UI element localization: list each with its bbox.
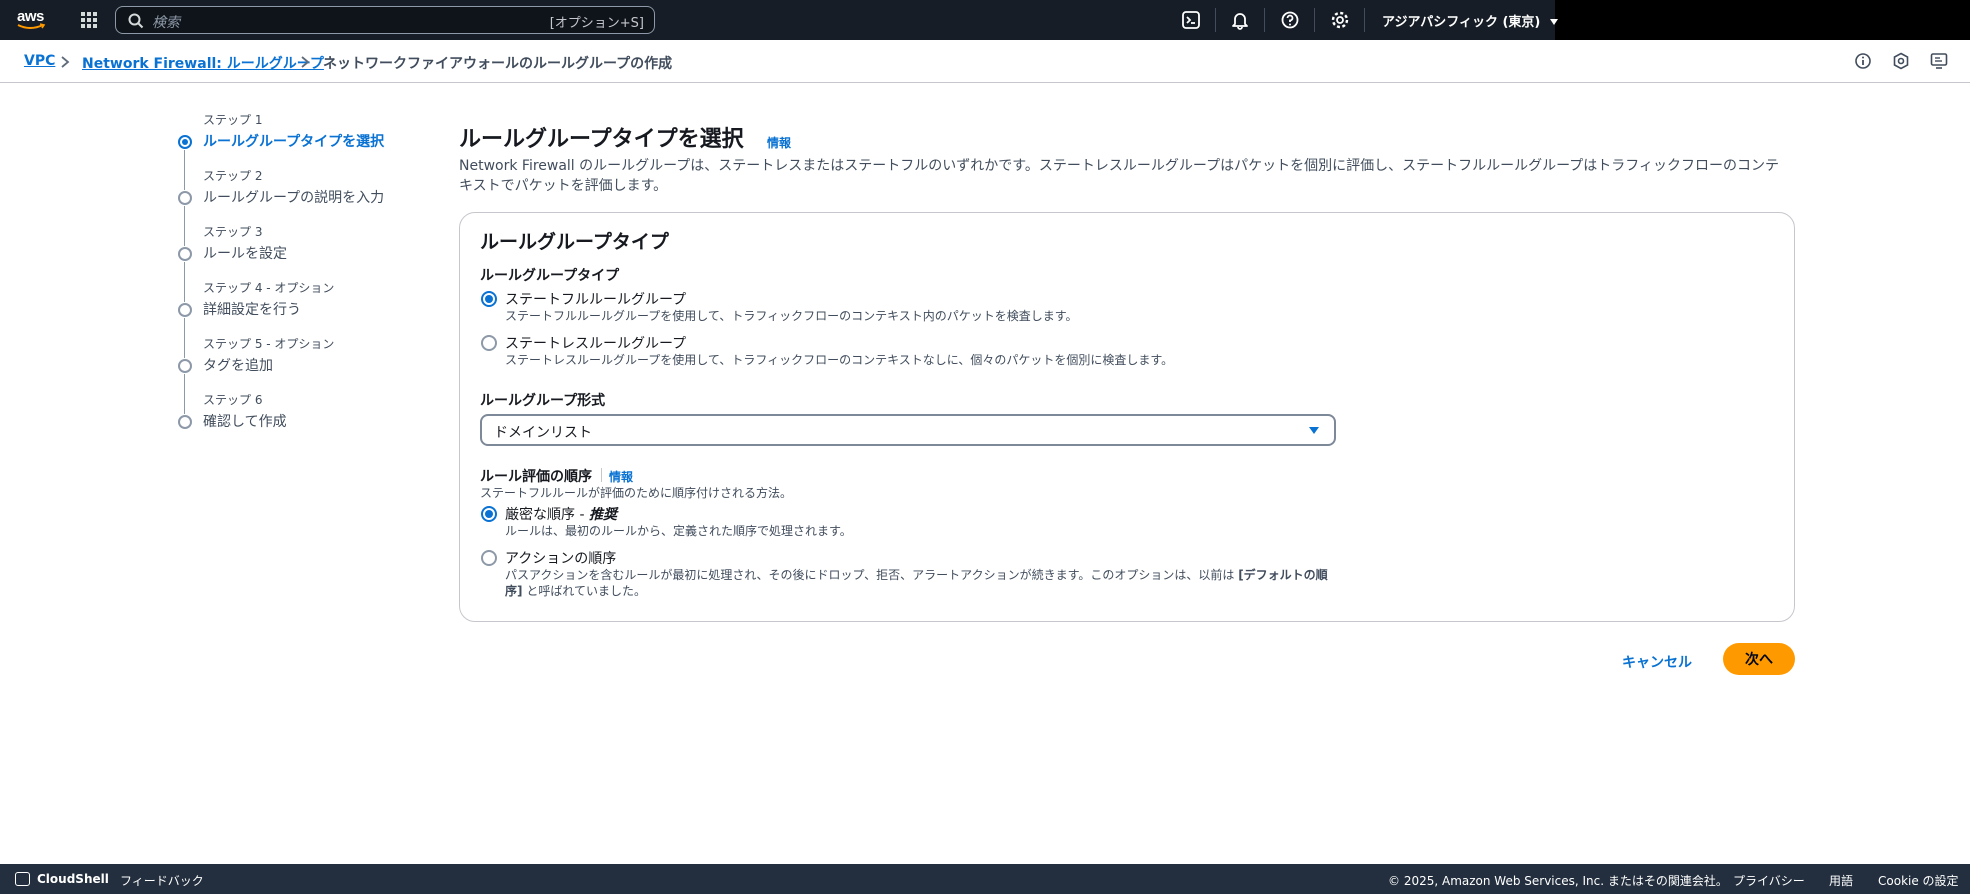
step-number: ステップ 2 [203, 169, 263, 183]
step-connector [184, 318, 185, 358]
action-order-desc-line2: 序] と呼ばれていました。 [505, 583, 646, 599]
nav-extension [1555, 0, 1970, 40]
region-label: アジアパシフィック (東京) [1382, 15, 1541, 30]
terms-link[interactable]: 用語 [1829, 872, 1853, 889]
strict-order-radio-label[interactable]: 厳密な順序 - 推奨 [505, 504, 617, 524]
stateful-radio-desc: ステートフルルールグループを使用して、トラフィックフローのコンテキスト内のパケッ… [505, 309, 1078, 323]
step-title: 確認して作成 [203, 414, 287, 430]
recommended-text: 推奨 [588, 507, 617, 523]
action-order-desc-end: と呼ばれていました。 [522, 584, 646, 598]
cloudshell-icon[interactable] [1181, 10, 1201, 30]
step-number: ステップ 6 [203, 393, 263, 407]
rule-group-format-label: ルールグループ形式 [480, 393, 606, 409]
breadcrumb-rule-groups[interactable]: Network Firewall: ルールグループ [82, 53, 324, 73]
breadcrumb-current: ネットワークファイアウォールのルールグループの作成 [323, 56, 673, 72]
chevron-right-icon [61, 56, 70, 68]
step-indicator [178, 191, 192, 205]
label-divider [601, 468, 602, 482]
nav-divider [1314, 8, 1315, 32]
step-title: タグを追加 [203, 358, 273, 374]
rule-order-label: ルール評価の順序 [480, 469, 592, 485]
select-value: ドメインリスト [494, 425, 592, 441]
step-connector [184, 150, 185, 190]
rule-group-type-panel: ルールグループタイプ ルールグループタイプ ステートフルルールグループ ステート… [459, 212, 1795, 622]
search-shortcut: [オプション+S] [549, 16, 644, 31]
step-number: ステップ 3 [203, 225, 263, 239]
cloudshell-link[interactable]: CloudShell [37, 872, 109, 886]
search-icon [128, 13, 144, 29]
settings-panel-icon[interactable] [1892, 52, 1910, 70]
rule-group-type-label: ルールグループタイプ [480, 268, 620, 284]
search-input[interactable]: 検索 [オプション+S] [115, 6, 655, 34]
cookie-settings-link[interactable]: Cookie の設定 [1878, 872, 1959, 889]
step-connector [184, 206, 185, 246]
step-connector [184, 262, 185, 302]
nav-divider [1364, 8, 1365, 32]
strict-order-radio[interactable] [481, 506, 497, 522]
page-description: Network Firewall のルールグループは、ステートレスまたはステート… [459, 158, 1779, 194]
step-title: ルールを設定 [203, 246, 287, 262]
step-title: 詳細設定を行う [203, 302, 301, 318]
info-link[interactable]: 情報 [767, 134, 791, 151]
search-placeholder: 検索 [152, 15, 180, 31]
stateless-radio-desc: ステートレスルールグループを使用して、トラフィックフローのコンテキストなしに、個… [505, 353, 1174, 367]
nav-divider [1215, 8, 1216, 32]
privacy-link[interactable]: プライバシー [1733, 872, 1805, 889]
cancel-button[interactable]: キャンセル [1612, 646, 1702, 678]
caret-down-icon [1309, 427, 1319, 434]
stateful-radio-label[interactable]: ステートフルルールグループ [505, 289, 686, 309]
top-navigation: aws 検索 [オプション+S] アジアパシフィック (東京) [0, 0, 1970, 40]
step-number: ステップ 4 - オプション [203, 281, 335, 295]
action-order-radio-label[interactable]: アクションの順序 [505, 548, 616, 568]
aws-logo[interactable]: aws [16, 6, 50, 34]
caret-down-icon [1549, 19, 1558, 25]
action-order-desc: パスアクションを含むルールが最初に処理され、その後にドロップ、拒否、アラートアク… [505, 567, 1328, 583]
step-number: ステップ 5 - オプション [203, 337, 335, 351]
strict-order-label-text: 厳密な順序 - [505, 507, 589, 523]
stateless-radio-label[interactable]: ステートレスルールグループ [505, 333, 686, 353]
page-title: ルールグループタイプを選択 [459, 127, 744, 152]
help-icon[interactable] [1280, 10, 1300, 30]
panel-heading: ルールグループタイプ [480, 231, 669, 253]
step-title: ルールグループの説明を入力 [203, 190, 385, 206]
rule-group-format-select[interactable]: ドメインリスト [480, 414, 1336, 446]
copyright-text: © 2025, Amazon Web Services, Inc. またはその関… [1388, 874, 1728, 888]
step-indicator [178, 359, 192, 373]
bell-icon[interactable] [1230, 10, 1250, 30]
info-panel-icon[interactable] [1854, 52, 1872, 70]
action-order-desc-text: パスアクションを含むルールが最初に処理され、その後にドロップ、拒否、アラートアク… [505, 568, 1239, 582]
chevron-right-icon [301, 56, 310, 68]
breadcrumb: VPC Network Firewall: ルールグループ ネットワークファイア… [0, 40, 1970, 83]
region-selector[interactable]: アジアパシフィック (東京) [1382, 11, 1559, 30]
cloudshell-icon[interactable] [15, 872, 30, 886]
step-indicator-active [178, 135, 192, 149]
stateless-radio[interactable] [481, 335, 497, 351]
step-indicator [178, 247, 192, 261]
step-number: ステップ 1 [203, 113, 263, 127]
order-info-link[interactable]: 情報 [609, 468, 633, 485]
step-indicator [178, 303, 192, 317]
step-indicator [178, 415, 192, 429]
default-order-text-end: 序] [505, 584, 523, 598]
default-order-text: [デフォルトの順 [1238, 568, 1328, 582]
apps-grid-icon[interactable] [81, 12, 97, 28]
rule-order-desc: ステートフルルールが評価のために順序付けされる方法。 [480, 486, 793, 500]
step-connector [184, 374, 185, 414]
footer: CloudShell フィードバック © 2025, Amazon Web Se… [0, 864, 1970, 894]
action-order-radio[interactable] [481, 550, 497, 566]
strict-order-desc: ルールは、最初のルールから、定義された順序で処理されます。 [505, 524, 852, 538]
step-title: ルールグループタイプを選択 [203, 134, 385, 150]
stateful-radio[interactable] [481, 291, 497, 307]
next-button[interactable]: 次へ [1723, 643, 1795, 675]
nav-divider [1264, 8, 1265, 32]
feedback-link[interactable]: フィードバック [120, 872, 204, 889]
breadcrumb-vpc[interactable]: VPC [24, 53, 55, 69]
screen-panel-icon[interactable] [1930, 52, 1948, 70]
settings-icon[interactable] [1330, 10, 1350, 30]
